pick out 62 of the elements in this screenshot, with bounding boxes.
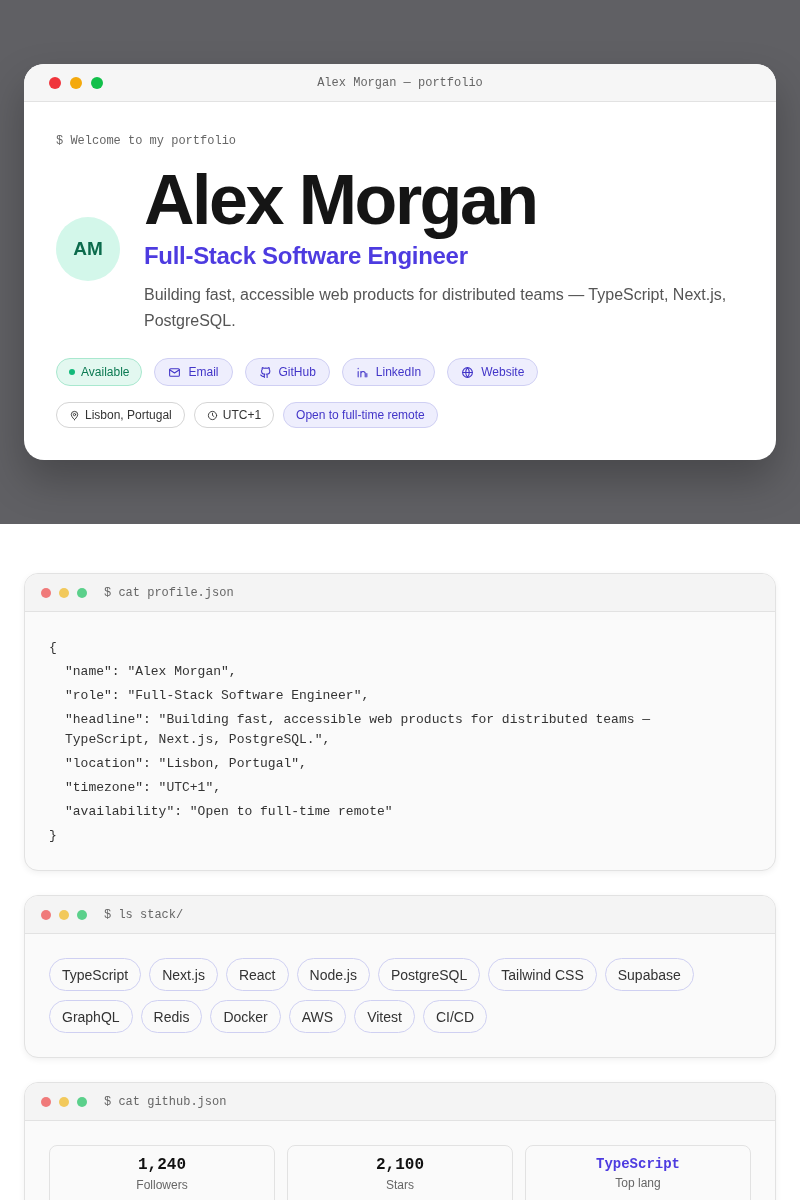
stat-label: Followers: [135, 1178, 189, 1192]
command-text: $ cat github.json: [104, 1094, 227, 1109]
availability-tag: Open to full-time remote: [283, 402, 438, 428]
window-control-dot[interactable]: [41, 1096, 51, 1107]
window-control-dot[interactable]: [77, 1096, 87, 1107]
window-control-dot[interactable]: [59, 909, 69, 920]
code-line: "headline": "Building fast, accessible web products for distributed teams — TypeScript, Next.js, PostgreSQL.",: [64, 711, 652, 749]
tech-tag: Supabase: [604, 958, 694, 991]
headline-text: Building fast, accessible web products for distributed teams — TypeScript, Next.js, PostgreSQL.: [144, 285, 728, 331]
window-title: Alex Morgan — portfolio: [317, 75, 483, 90]
tech-tag: CI/CD: [422, 1000, 487, 1033]
window-control-dot[interactable]: [59, 587, 69, 598]
globe-icon: [461, 365, 475, 379]
code-line: "location": "Lisbon, Portugal",: [64, 755, 308, 773]
code-line: }: [49, 827, 58, 845]
link-chip[interactable]: Email: [154, 358, 233, 386]
tech-tag: Redis: [140, 1000, 203, 1033]
code-line: {: [49, 639, 58, 657]
stat-value: 1,240: [137, 1156, 187, 1174]
window-control-dot[interactable]: [91, 76, 103, 89]
stat-label: Top lang: [614, 1176, 662, 1190]
status-badge: Available: [56, 358, 143, 386]
window-control-dot[interactable]: [41, 909, 51, 920]
tech-tag: React: [225, 958, 289, 991]
envelope-icon: [168, 365, 182, 379]
location-tag: Lisbon, Portugal: [56, 402, 185, 428]
code-line: "timezone": "UTC+1",: [64, 779, 223, 797]
stat-value: TypeScript: [595, 1156, 681, 1172]
window-control-dot[interactable]: [70, 76, 82, 89]
linkedin-icon: [355, 365, 369, 379]
stat-value: 2,100: [375, 1156, 425, 1174]
clock-icon: [206, 409, 218, 421]
window-control-dot[interactable]: [77, 909, 87, 920]
link-chip[interactable]: Website: [447, 358, 539, 386]
role-subtitle: Full-Stack Software Engineer: [144, 242, 469, 270]
tech-tag: Tailwind CSS: [488, 958, 597, 991]
tech-tag: Docker: [210, 1000, 281, 1033]
window-control-dot[interactable]: [41, 587, 51, 598]
cat-icon: [258, 365, 272, 379]
code-line: "availability": "Open to full-time remote": [64, 803, 394, 821]
command-text: $ cat profile.json: [104, 585, 234, 600]
link-chip[interactable]: GitHub: [244, 358, 330, 386]
tech-tag: Next.js: [149, 958, 218, 991]
window-control-dot[interactable]: [77, 587, 87, 598]
window-control-dot[interactable]: [59, 1096, 69, 1107]
window-control-dot[interactable]: [49, 76, 61, 89]
tech-tag: TypeScript: [49, 958, 142, 991]
timezone-tag: UTC+1: [193, 402, 275, 428]
link-chip[interactable]: LinkedIn: [341, 358, 436, 386]
prompt-text: $ Welcome to my portfolio: [56, 134, 238, 148]
code-line: "name": "Alex Morgan",: [64, 663, 238, 681]
avatar-initials: AM: [56, 217, 120, 281]
tech-tag: Node.js: [296, 958, 370, 991]
command-text: $ ls stack/: [104, 907, 184, 922]
stat-label: Stars: [385, 1178, 415, 1192]
tech-tag: PostgreSQL: [378, 958, 481, 991]
pin-icon: [69, 409, 80, 421]
tech-tag: GraphQL: [49, 1000, 133, 1033]
code-line: "role": "Full-Stack Software Engineer",: [64, 687, 371, 705]
tech-tag: Vitest: [354, 1000, 415, 1033]
tech-tag: AWS: [288, 1000, 347, 1033]
status-dot: [69, 369, 75, 375]
